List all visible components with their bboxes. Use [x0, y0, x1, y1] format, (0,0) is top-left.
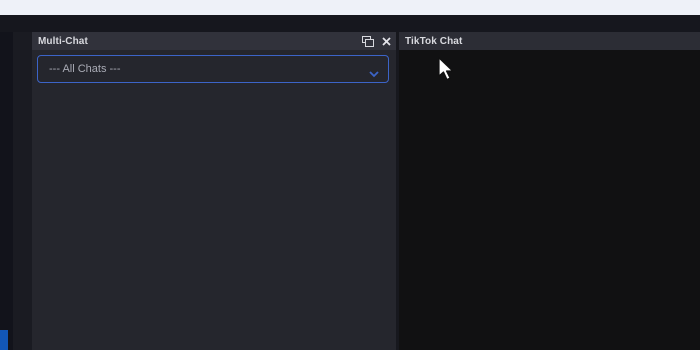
- left-dock-accent[interactable]: [0, 330, 8, 350]
- tiktok-chat-panel-title: TikTok Chat: [405, 35, 463, 47]
- multichat-panel-header[interactable]: Multi-Chat: [32, 32, 396, 50]
- multichat-panel-title: Multi-Chat: [38, 35, 88, 47]
- close-icon[interactable]: [380, 35, 392, 47]
- multichat-header-actions: [362, 32, 392, 50]
- dock-gutter: [13, 32, 32, 350]
- popout-window-icon[interactable]: [362, 35, 374, 47]
- multichat-panel: Multi-Chat --- All Chats ---: [32, 32, 396, 350]
- chevron-down-icon: [369, 65, 379, 78]
- left-dock-edge: [0, 32, 13, 350]
- tiktok-chat-panel: TikTok Chat: [399, 32, 700, 350]
- top-bar: [0, 0, 700, 15]
- toolbar-band: [0, 15, 700, 32]
- tiktok-chat-panel-header[interactable]: TikTok Chat: [399, 32, 700, 50]
- chat-source-select-value: --- All Chats ---: [49, 63, 121, 75]
- chat-source-select[interactable]: --- All Chats ---: [37, 55, 389, 83]
